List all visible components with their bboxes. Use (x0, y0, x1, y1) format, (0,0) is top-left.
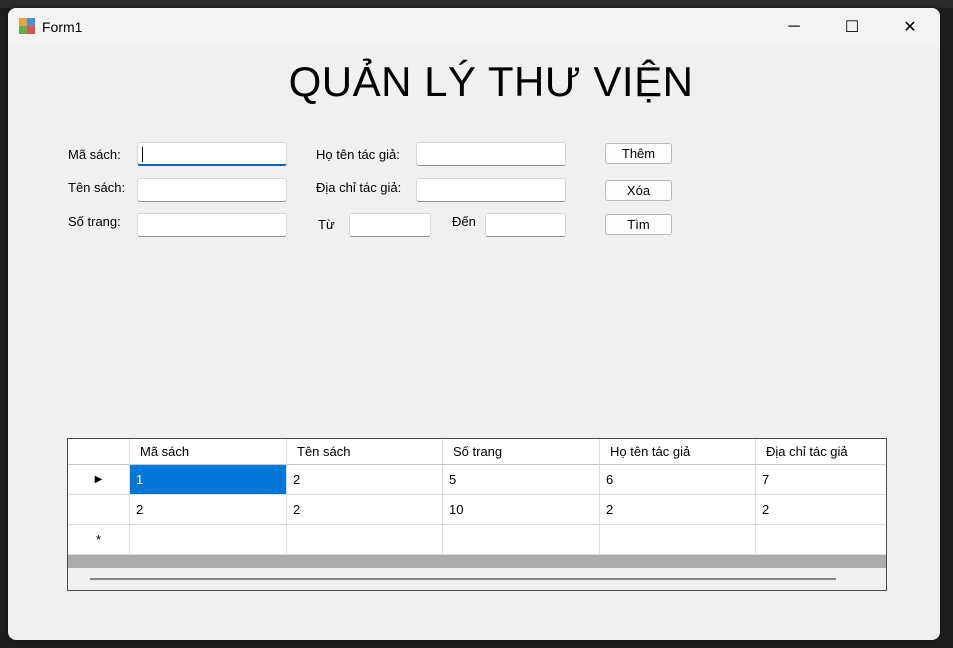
dia-chi-tac-gia-label: Địa chỉ tác giả: (316, 180, 402, 195)
row-header[interactable] (68, 495, 130, 525)
maximize-button[interactable]: ☐ (823, 8, 881, 46)
table-cell[interactable]: 2 (130, 495, 287, 525)
table-cell[interactable]: 6 (600, 465, 756, 495)
close-button[interactable]: ✕ (881, 8, 939, 46)
form-window: Form1 ─ ☐ ✕ QUẢN LÝ THƯ VIỆN Mã sách: Tê… (8, 8, 940, 640)
ho-ten-tac-gia-label: Họ tên tác giả: (316, 147, 400, 162)
column-header-ho-ten-tac-gia[interactable]: Họ tên tác giả (600, 439, 756, 465)
background-ide-left (0, 8, 8, 648)
so-trang-label: Số trang: (68, 214, 121, 229)
title-bar[interactable]: Form1 ─ ☐ ✕ (8, 8, 940, 46)
minimize-button[interactable]: ─ (765, 8, 823, 46)
xoa-button[interactable]: Xóa (605, 180, 672, 201)
column-header-so-trang[interactable]: Số trang (443, 439, 600, 465)
background-ide-strip (0, 0, 953, 8)
table-cell[interactable] (130, 525, 287, 555)
text-caret (142, 147, 143, 162)
scrollbar-thumb[interactable] (90, 578, 836, 580)
page-title: QUẢN LÝ THƯ VIỆN (288, 58, 694, 105)
table-cell[interactable]: 2 (287, 495, 443, 525)
ho-ten-tac-gia-input[interactable] (416, 142, 566, 166)
row-header-new[interactable]: * (68, 525, 130, 555)
so-trang-input[interactable] (137, 213, 287, 237)
ten-sach-input[interactable] (137, 178, 287, 202)
column-header-ten-sach[interactable]: Tên sách (287, 439, 443, 465)
them-button[interactable]: Thêm (605, 143, 672, 164)
tu-label: Từ (318, 217, 335, 232)
form-app-icon (19, 18, 35, 34)
column-header-dia-chi-tac-gia[interactable]: Địa chỉ tác giả (756, 439, 886, 465)
window-title: Form1 (42, 19, 83, 35)
table-cell[interactable]: 2 (287, 465, 443, 495)
ma-sach-label: Mã sách: (68, 147, 121, 162)
column-header-ma-sach[interactable]: Mã sách (130, 439, 287, 465)
den-label: Đến (452, 214, 476, 229)
row-header-current[interactable]: ▶ (68, 465, 130, 495)
tim-button[interactable]: Tìm (605, 214, 672, 235)
close-icon: ✕ (903, 19, 917, 36)
background-ide-right (940, 8, 953, 648)
table-cell[interactable]: 10 (443, 495, 600, 525)
books-data-grid[interactable]: Mã sách Tên sách Số trang Họ tên tác giả… (67, 438, 887, 591)
table-cell[interactable] (600, 525, 756, 555)
ma-sach-input[interactable] (137, 142, 287, 166)
horizontal-scrollbar[interactable] (68, 568, 886, 590)
tu-input[interactable] (349, 213, 431, 237)
table-cell[interactable]: 5 (443, 465, 600, 495)
table-cell[interactable] (287, 525, 443, 555)
grid-corner-header[interactable] (68, 439, 130, 465)
table-cell[interactable]: 2 (756, 495, 886, 525)
ten-sach-label: Tên sách: (68, 180, 126, 195)
den-input[interactable] (485, 213, 566, 237)
dia-chi-tac-gia-input[interactable] (416, 178, 566, 202)
table-cell[interactable] (756, 525, 886, 555)
table-cell[interactable]: 2 (600, 495, 756, 525)
table-cell[interactable]: 1 (130, 465, 287, 495)
table-cell[interactable] (443, 525, 600, 555)
table-cell[interactable]: 7 (756, 465, 886, 495)
minimize-icon: ─ (788, 18, 800, 35)
maximize-icon: ☐ (844, 19, 860, 36)
